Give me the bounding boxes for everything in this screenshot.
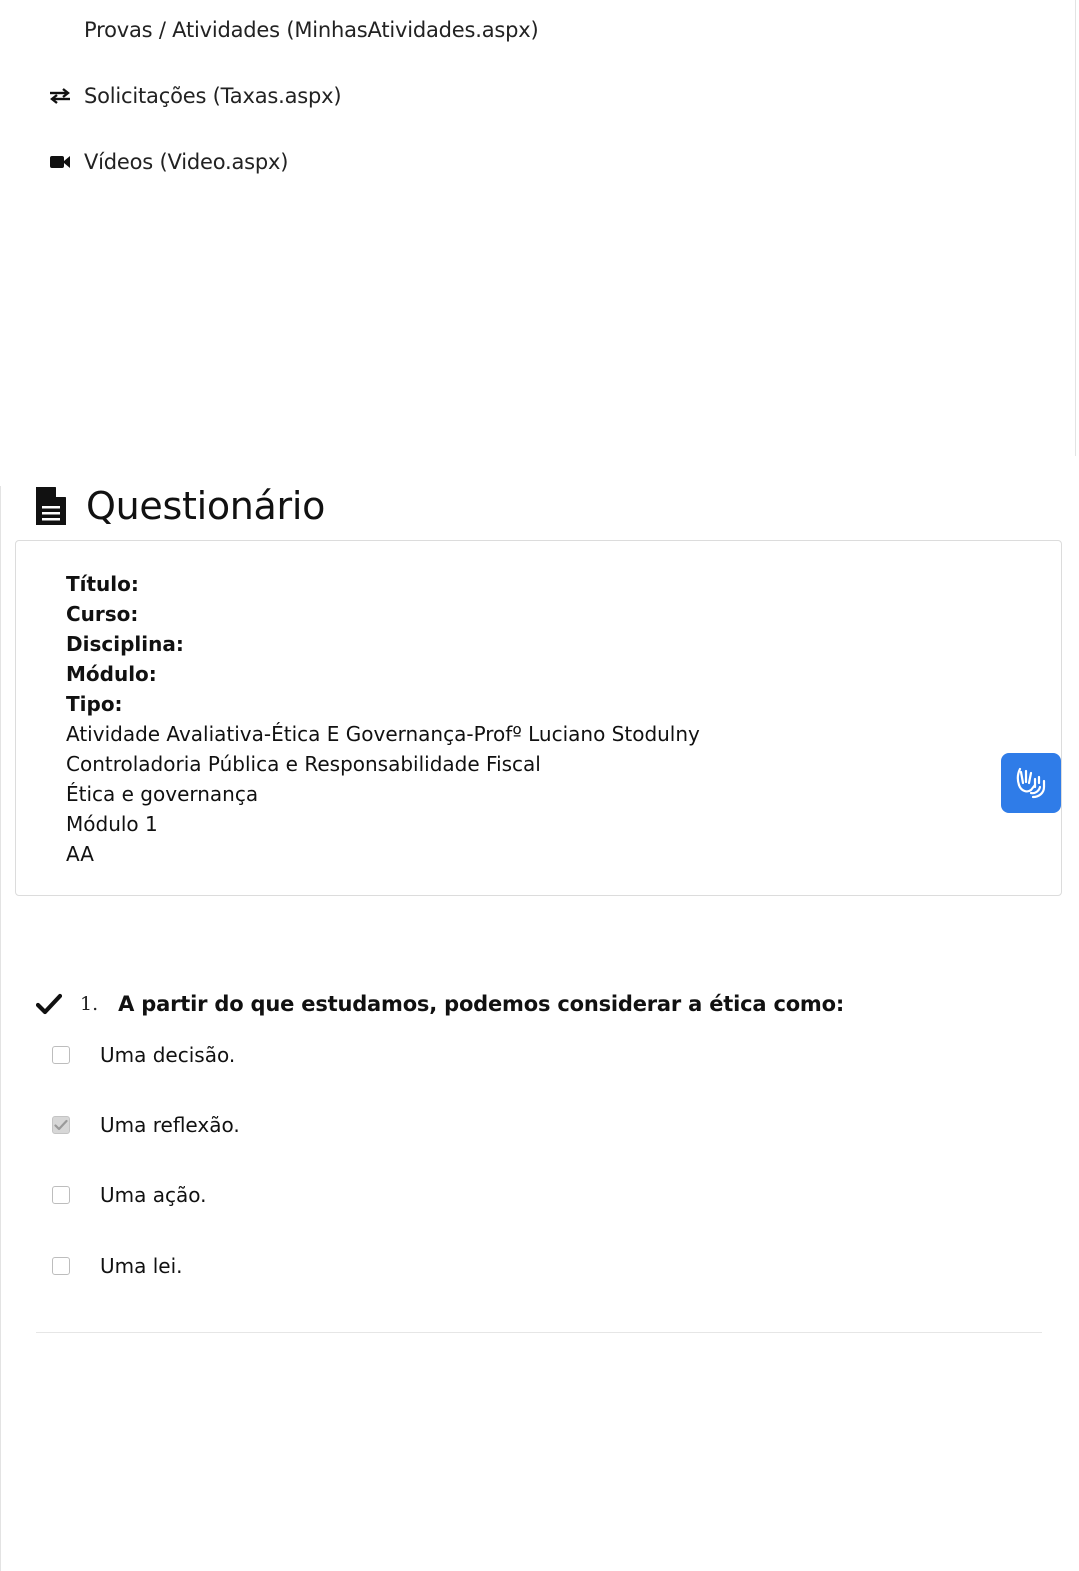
info-label-titulo: Título:: [66, 572, 139, 596]
checkbox-check-icon: [54, 1119, 68, 1131]
libras-accessibility-button[interactable]: [1001, 753, 1061, 813]
answer-option[interactable]: Uma decisão.: [52, 1040, 235, 1070]
questionnaire-info-panel: Título: Curso: Disciplina: Módulo: Tipo:…: [15, 540, 1062, 896]
info-label-modulo: Módulo:: [66, 662, 157, 686]
nav-item-videos[interactable]: Vídeos (Video.aspx): [48, 147, 288, 177]
answer-option-label: Uma lei.: [100, 1254, 183, 1278]
questionnaire-header: Questionário: [34, 484, 325, 528]
nav-item-label: Vídeos (Video.aspx): [84, 150, 289, 174]
nav-item-label: Solicitações (Taxas.aspx): [84, 84, 342, 108]
answer-option[interactable]: Uma lei.: [52, 1251, 183, 1281]
blank-icon: [48, 20, 72, 40]
document-icon: [36, 486, 67, 525]
answer-checkbox[interactable]: [52, 1046, 70, 1064]
info-value-curso: Controladoria Pública e Responsabilidade…: [66, 752, 541, 776]
answer-checkbox[interactable]: [52, 1257, 70, 1275]
question-block: 1. A partir do que estudamos, podemos co…: [36, 988, 1046, 1020]
nav-item-label: Provas / Atividades (MinhasAtividades.as…: [84, 18, 539, 42]
info-label-curso: Curso:: [66, 602, 139, 626]
answer-checkbox-checked[interactable]: [52, 1116, 70, 1134]
answer-option[interactable]: Uma ação.: [52, 1180, 206, 1210]
section-divider: [36, 1332, 1042, 1333]
question-text: A partir do que estudamos, podemos consi…: [118, 992, 845, 1016]
left-border-line: [0, 486, 1, 1571]
info-value-disciplina: Ética e governança: [66, 782, 259, 806]
info-value-modulo: Módulo 1: [66, 812, 158, 836]
info-label-disciplina: Disciplina:: [66, 632, 184, 656]
nav-item-provas-atividades[interactable]: Provas / Atividades (MinhasAtividades.as…: [48, 15, 539, 45]
checkmark-icon: [36, 993, 62, 1015]
question-header: 1. A partir do que estudamos, podemos co…: [36, 988, 1046, 1020]
exchange-icon: [48, 86, 72, 106]
nav-item-solicitacoes[interactable]: Solicitações (Taxas.aspx): [48, 81, 342, 111]
answer-option-label: Uma reflexão.: [100, 1113, 240, 1137]
info-label-tipo: Tipo:: [66, 692, 123, 716]
answer-option[interactable]: Uma reflexão.: [52, 1110, 240, 1140]
question-number: 1.: [80, 993, 99, 1015]
right-border-line: [1075, 0, 1076, 456]
page-title: Questionário: [86, 484, 326, 528]
answer-option-label: Uma ação.: [100, 1183, 207, 1207]
answer-option-label: Uma decisão.: [100, 1043, 236, 1067]
info-value-tipo: AA: [66, 842, 94, 866]
sign-language-hands-icon: [1016, 767, 1046, 799]
video-camera-icon: [48, 152, 72, 172]
answer-checkbox[interactable]: [52, 1186, 70, 1204]
info-value-titulo: Atividade Avaliativa-Ética E Governança-…: [66, 722, 700, 746]
